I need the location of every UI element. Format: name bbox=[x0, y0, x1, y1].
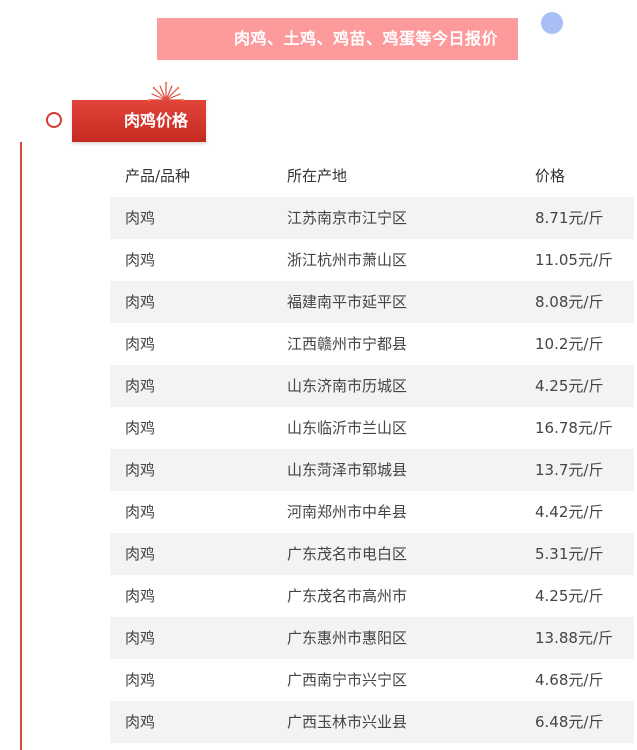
cell-price: 11.05元/斤 bbox=[535, 251, 613, 269]
header-product: 产品/品种 bbox=[125, 167, 191, 185]
price-table: 产品/品种 所在产地 价格 肉鸡 江苏南京市江宁区 8.71元/斤 肉鸡 浙江杭… bbox=[110, 155, 634, 743]
cell-price: 8.71元/斤 bbox=[535, 209, 604, 227]
table-row: 肉鸡 福建南平市延平区 8.08元/斤 bbox=[110, 281, 634, 323]
cell-price: 4.25元/斤 bbox=[535, 587, 604, 605]
cell-price: 5.31元/斤 bbox=[535, 545, 604, 563]
cell-origin: 广西南宁市兴宁区 bbox=[287, 671, 408, 689]
cell-origin: 山东济南市历城区 bbox=[287, 377, 408, 395]
cell-origin: 江西赣州市宁都县 bbox=[287, 335, 408, 353]
title-banner-text: 肉鸡、土鸡、鸡苗、鸡蛋等今日报价 bbox=[233, 29, 498, 48]
cell-price: 6.48元/斤 bbox=[535, 713, 604, 731]
table-row: 肉鸡 浙江杭州市萧山区 11.05元/斤 bbox=[110, 239, 634, 281]
cell-origin: 广东茂名市电白区 bbox=[287, 545, 408, 563]
cell-origin: 广西玉林市兴业县 bbox=[287, 713, 408, 731]
firework-icon bbox=[147, 81, 185, 102]
table-header-row: 产品/品种 所在产地 价格 bbox=[110, 155, 634, 197]
cell-price: 13.88元/斤 bbox=[535, 629, 613, 647]
cell-price: 8.08元/斤 bbox=[535, 293, 604, 311]
table-row: 肉鸡 江西赣州市宁都县 10.2元/斤 bbox=[110, 323, 634, 365]
table-row: 肉鸡 广东茂名市电白区 5.31元/斤 bbox=[110, 533, 634, 575]
table-row: 肉鸡 广西南宁市兴宁区 4.68元/斤 bbox=[110, 659, 634, 701]
cell-price: 16.78元/斤 bbox=[535, 419, 613, 437]
cell-price: 4.25元/斤 bbox=[535, 377, 604, 395]
cell-product: 肉鸡 bbox=[125, 377, 156, 395]
cell-product: 肉鸡 bbox=[125, 209, 156, 227]
header-origin: 所在产地 bbox=[287, 167, 348, 185]
table-row: 肉鸡 广东惠州市惠阳区 13.88元/斤 bbox=[110, 617, 634, 659]
cell-price: 13.7元/斤 bbox=[535, 461, 604, 479]
cell-product: 肉鸡 bbox=[125, 671, 156, 689]
cell-price: 4.68元/斤 bbox=[535, 671, 604, 689]
cell-product: 肉鸡 bbox=[125, 503, 156, 521]
cell-product: 肉鸡 bbox=[125, 461, 156, 479]
cell-origin: 山东临沂市兰山区 bbox=[287, 419, 408, 437]
cell-product: 肉鸡 bbox=[125, 587, 156, 605]
cell-price: 4.42元/斤 bbox=[535, 503, 604, 521]
table-row: 肉鸡 山东临沂市兰山区 16.78元/斤 bbox=[110, 407, 634, 449]
cell-origin: 福建南平市延平区 bbox=[287, 293, 408, 311]
table-row: 肉鸡 江苏南京市江宁区 8.71元/斤 bbox=[110, 197, 634, 239]
cell-product: 肉鸡 bbox=[125, 251, 156, 269]
cell-product: 肉鸡 bbox=[125, 335, 156, 353]
table-row: 肉鸡 山东济南市历城区 4.25元/斤 bbox=[110, 365, 634, 407]
cell-product: 肉鸡 bbox=[125, 293, 156, 311]
cell-origin: 山东菏泽市郓城县 bbox=[287, 461, 408, 479]
cell-product: 肉鸡 bbox=[125, 545, 156, 563]
cell-product: 肉鸡 bbox=[125, 713, 156, 731]
cell-origin: 广东茂名市高州市 bbox=[287, 587, 408, 605]
cell-price: 10.2元/斤 bbox=[535, 335, 604, 353]
cell-product: 肉鸡 bbox=[125, 419, 156, 437]
table-row: 肉鸡 山东菏泽市郓城县 13.7元/斤 bbox=[110, 449, 634, 491]
decorative-dot bbox=[541, 12, 563, 34]
table-row: 肉鸡 广西玉林市兴业县 6.48元/斤 bbox=[110, 701, 634, 743]
cell-origin: 江苏南京市江宁区 bbox=[287, 209, 408, 227]
table-row: 肉鸡 河南郑州市中牟县 4.42元/斤 bbox=[110, 491, 634, 533]
header-price: 价格 bbox=[535, 167, 566, 185]
section-ring-icon bbox=[46, 112, 62, 128]
title-banner: 肉鸡、土鸡、鸡苗、鸡蛋等今日报价 bbox=[157, 18, 518, 60]
cell-product: 肉鸡 bbox=[125, 629, 156, 647]
left-divider-line bbox=[20, 142, 22, 750]
cell-origin: 河南郑州市中牟县 bbox=[287, 503, 408, 521]
cell-origin: 浙江杭州市萧山区 bbox=[287, 251, 408, 269]
table-row: 肉鸡 广东茂名市高州市 4.25元/斤 bbox=[110, 575, 634, 617]
page: 肉鸡、土鸡、鸡苗、鸡蛋等今日报价 肉鸡 价格 产品/品种 所在产地 价格 肉鸡 江… bbox=[0, 0, 637, 750]
cell-origin: 广东惠州市惠阳区 bbox=[287, 629, 408, 647]
